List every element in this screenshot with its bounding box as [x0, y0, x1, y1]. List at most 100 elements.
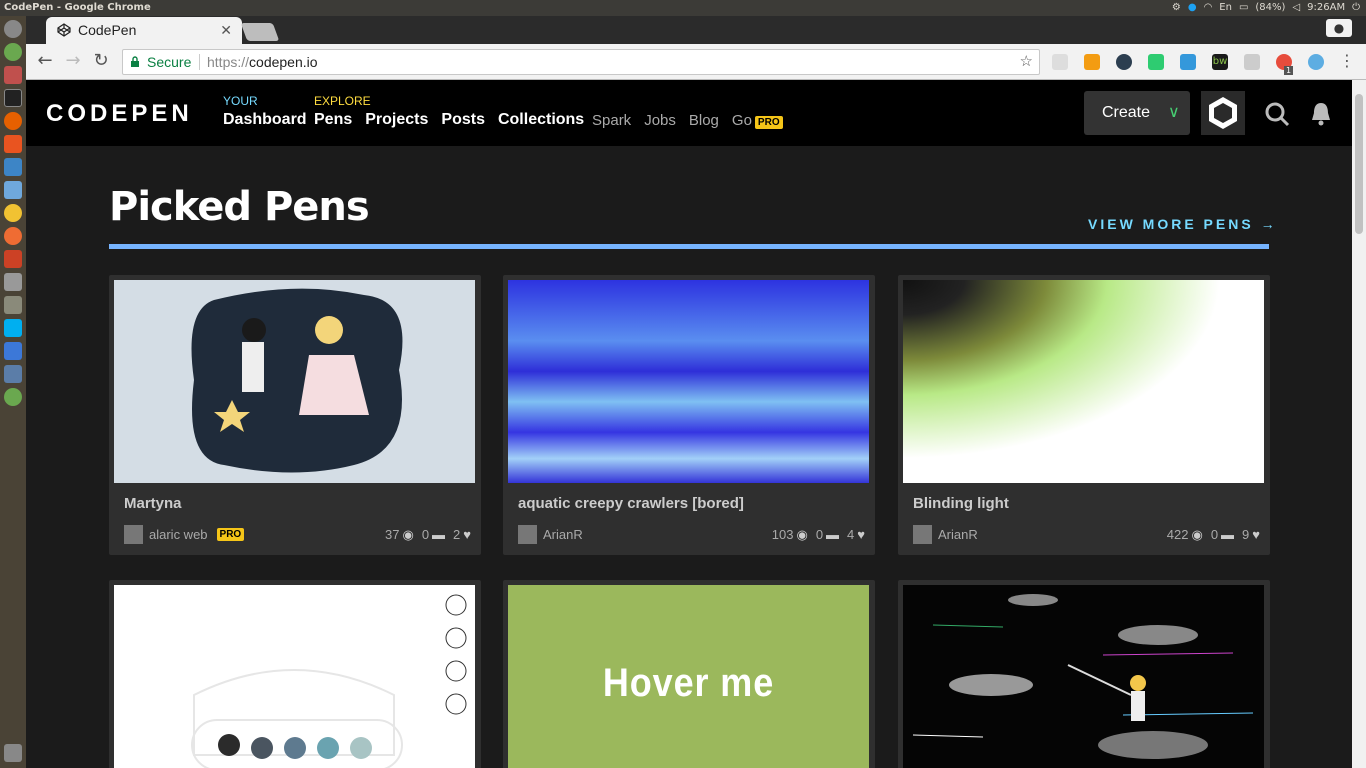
- pen-card[interactable]: Blinding light ArianR 422 ◉ 0 ▬ 9 ♥: [898, 275, 1270, 555]
- skype-icon[interactable]: ●: [1188, 0, 1197, 16]
- nav-posts[interactable]: Posts: [441, 111, 485, 129]
- pen-preview-space[interactable]: [903, 585, 1264, 768]
- pen-preview-drawing[interactable]: [114, 585, 475, 768]
- like-count[interactable]: 2 ♥: [453, 527, 471, 543]
- pen-author[interactable]: ArianR: [913, 525, 978, 544]
- extension-orange-icon[interactable]: [1084, 54, 1100, 70]
- scrollbar-thumb[interactable]: [1355, 94, 1363, 234]
- keyboard-layout[interactable]: En: [1219, 0, 1232, 16]
- pen-stats: 37 ◉ 0 ▬ 2 ♥: [385, 527, 471, 543]
- pen-title[interactable]: aquatic creepy crawlers [bored]: [518, 495, 744, 512]
- battery-icon[interactable]: ▭: [1239, 0, 1248, 16]
- comment-count[interactable]: 0 ▬: [422, 527, 445, 543]
- go-pro-badge: PRO: [754, 116, 783, 129]
- extension-grey-icon[interactable]: [1244, 54, 1260, 70]
- clock[interactable]: 9:26AM: [1307, 0, 1345, 16]
- refresh-app-icon[interactable]: [4, 43, 22, 61]
- skype-launcher-icon[interactable]: [4, 319, 22, 337]
- volume-icon[interactable]: ◁: [1292, 0, 1300, 16]
- forward-icon[interactable]: →: [62, 50, 84, 72]
- reload-icon[interactable]: ↻: [90, 50, 112, 72]
- pen-card[interactable]: [898, 580, 1270, 768]
- timer-icon[interactable]: [1308, 54, 1324, 70]
- app-icon[interactable]: [4, 250, 22, 268]
- bookmark-star-icon[interactable]: ☆: [1020, 50, 1033, 74]
- tab-title: CodePen: [78, 22, 137, 38]
- create-button[interactable]: Create ∨: [1084, 91, 1190, 135]
- resize-icon[interactable]: [1180, 54, 1196, 70]
- comment-icon: ▬: [1221, 527, 1235, 542]
- editor-icon[interactable]: [4, 158, 22, 176]
- nav-spark[interactable]: Spark: [592, 112, 631, 129]
- app2-icon[interactable]: [4, 342, 22, 360]
- sync-icon[interactable]: [4, 388, 22, 406]
- comment-count[interactable]: 0 ▬: [1211, 527, 1234, 543]
- files-icon[interactable]: [4, 66, 22, 84]
- pen-card[interactable]: Hover me: [503, 580, 875, 768]
- tab-codepen[interactable]: CodePen ✕: [46, 17, 242, 44]
- extension-es-icon[interactable]: [1052, 54, 1068, 70]
- terminal-icon[interactable]: [4, 89, 22, 107]
- chrome-icon[interactable]: [4, 204, 22, 222]
- pen-author[interactable]: ArianR: [518, 525, 583, 544]
- nav-go[interactable]: Go PRO: [732, 112, 783, 129]
- pen-card[interactable]: [109, 580, 481, 768]
- pen-title[interactable]: Martyna: [124, 495, 182, 512]
- extension-bird-icon[interactable]: [1116, 54, 1132, 70]
- omnibar: ← → ↻ Secure https://codepen.io ☆ bw 1 ⋮: [26, 44, 1366, 80]
- like-count[interactable]: 4 ♥: [847, 527, 865, 543]
- power-icon[interactable]: ⏻: [1352, 0, 1360, 16]
- nav-blog[interactable]: Blog: [689, 112, 719, 129]
- page-scrollbar[interactable]: [1352, 80, 1366, 768]
- pen-card[interactable]: Martyna alaric web PRO 37 ◉ 0 ▬ 2 ♥: [109, 275, 481, 555]
- pro-badge: PRO: [216, 528, 245, 541]
- comment-count[interactable]: 0 ▬: [816, 527, 839, 543]
- url-text: https://codepen.io: [207, 50, 318, 74]
- url-separator: [199, 54, 200, 70]
- settings-icon[interactable]: ⚙: [1172, 0, 1181, 16]
- logo-text: CODEPEN: [46, 100, 193, 127]
- pen-card[interactable]: aquatic creepy crawlers [bored] ArianR 1…: [503, 275, 875, 555]
- dash-icon[interactable]: [4, 20, 22, 38]
- camera-icon[interactable]: [4, 273, 22, 291]
- search-icon[interactable]: [1263, 100, 1291, 128]
- user-avatar[interactable]: [1201, 91, 1245, 135]
- line-icon[interactable]: [1148, 54, 1164, 70]
- view-more-pens-link[interactable]: VIEW MORE PENS →: [1088, 216, 1278, 232]
- nav-dashboard[interactable]: Dashboard: [223, 111, 307, 129]
- codepen-page: CODEPEN YOUR Dashboard EXPLORE Pens Proj…: [26, 80, 1352, 768]
- document-icon[interactable]: [4, 181, 22, 199]
- nav-projects[interactable]: Projects: [365, 111, 428, 129]
- pen-preview-hover-me[interactable]: Hover me: [508, 585, 869, 768]
- monitor-icon[interactable]: [4, 365, 22, 383]
- nav-collections[interactable]: Collections: [498, 111, 584, 129]
- comments-value: 0: [421, 527, 430, 542]
- trash-icon[interactable]: [4, 744, 22, 762]
- pen-preview-aquatic[interactable]: [508, 280, 869, 483]
- like-count[interactable]: 9 ♥: [1242, 527, 1260, 543]
- author-avatar: [913, 525, 932, 544]
- software-center-icon[interactable]: [4, 135, 22, 153]
- pen-preview-martyna[interactable]: [114, 280, 475, 483]
- nav-pens[interactable]: Pens: [314, 111, 352, 129]
- codepen-logo[interactable]: CODEPEN: [46, 100, 193, 128]
- postman-icon[interactable]: [4, 227, 22, 245]
- nav-jobs[interactable]: Jobs: [644, 112, 676, 129]
- url-host: codepen.io: [249, 54, 318, 70]
- back-icon[interactable]: ←: [34, 50, 56, 72]
- pen-title[interactable]: Blinding light: [913, 495, 1009, 512]
- pen-preview-blinding-light[interactable]: [903, 280, 1264, 483]
- firefox-icon[interactable]: [4, 112, 22, 130]
- profile-icon[interactable]: ●: [1326, 19, 1352, 37]
- wifi-icon[interactable]: ◠: [1204, 0, 1213, 16]
- menu-icon[interactable]: ⋮: [1336, 50, 1358, 72]
- pen-author[interactable]: alaric web PRO: [124, 525, 245, 544]
- pen-stats: 103 ◉ 0 ▬ 4 ♥: [772, 527, 865, 543]
- new-tab-button[interactable]: [240, 23, 280, 41]
- address-bar[interactable]: Secure https://codepen.io ☆: [122, 49, 1040, 75]
- notification-bell-icon[interactable]: [1307, 100, 1335, 128]
- close-tab-icon[interactable]: ✕: [220, 17, 232, 43]
- bw-icon[interactable]: bw: [1212, 54, 1228, 70]
- preview-hover-text: Hover me: [602, 661, 775, 705]
- gimp-icon[interactable]: [4, 296, 22, 314]
